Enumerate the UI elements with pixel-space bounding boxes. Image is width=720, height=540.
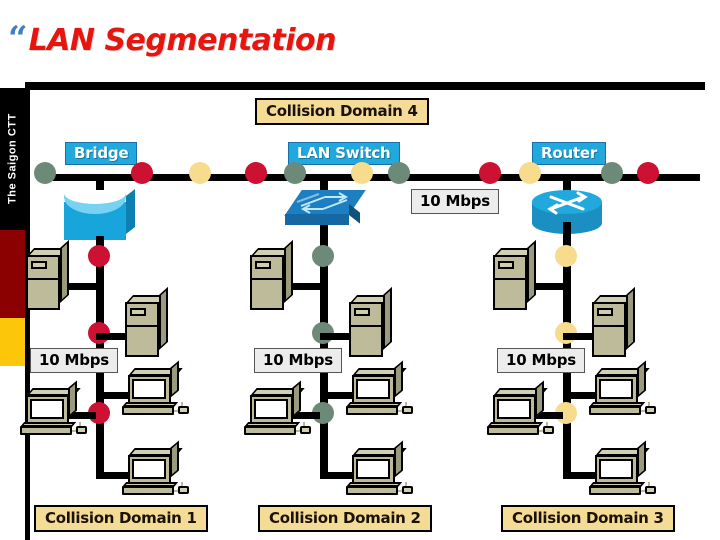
label-collision-domain-4: Collision Domain 4 <box>255 98 429 125</box>
label-collision-domain-1: Collision Domain 1 <box>34 505 208 532</box>
backbone-node-11 <box>637 162 659 184</box>
label-router: Router <box>532 142 607 165</box>
label-collision-domain-3: Collision Domain 3 <box>501 505 675 532</box>
domain-3-desktop-1 <box>589 360 656 420</box>
domain-2-tower-2 <box>349 286 393 357</box>
label-backbone-speed: 10 Mbps <box>411 189 500 214</box>
domain-1-desktop-3 <box>122 440 189 500</box>
label-domain-2-speed: 10 Mbps <box>254 348 343 373</box>
label-domain-1-speed: 10 Mbps <box>30 348 119 373</box>
page-title-text: LAN Segmentation <box>28 23 337 58</box>
backbone-node-6 <box>351 162 373 184</box>
slide-canvas: “ LAN Segmentation The Saigon CTT Collis… <box>0 0 720 540</box>
domain-2-desktop-2 <box>244 380 311 440</box>
sidebar-band-red <box>0 230 25 318</box>
domain-2-tower-1 <box>250 239 294 310</box>
backbone-node-1 <box>34 162 56 184</box>
label-collision-domain-2: Collision Domain 2 <box>258 505 432 532</box>
backbone-node-8 <box>479 162 501 184</box>
sidebar-band-gold <box>0 318 25 366</box>
domain-1-node-1 <box>88 245 110 267</box>
label-domain-3-speed: 10 Mbps <box>497 348 586 373</box>
backbone-node-4 <box>245 162 267 184</box>
domain-3-desktop-2 <box>487 380 554 440</box>
sidebar-brand-label: The Saigon CTT <box>6 113 19 205</box>
label-lan-switch: LAN Switch <box>288 142 400 165</box>
domain-2-desktop-1 <box>346 360 413 420</box>
diagram-frame-top <box>25 82 705 90</box>
domain-3-desktop-3 <box>589 440 656 500</box>
domain-1-desktop-1 <box>122 360 189 420</box>
bridge-device-icon <box>62 188 140 242</box>
domain-1-tower-1 <box>26 239 70 310</box>
domain-3-node-1 <box>555 245 577 267</box>
domain-2-desktop-3 <box>346 440 413 500</box>
backbone-node-5 <box>284 162 306 184</box>
domain-1-desktop-2 <box>20 380 87 440</box>
backbone-node-2 <box>131 162 153 184</box>
backbone-node-9 <box>519 162 541 184</box>
backbone-node-3 <box>189 162 211 184</box>
domain-1-tower-2 <box>125 286 169 357</box>
backbone-node-7 <box>388 162 410 184</box>
domain-3-tower-1 <box>493 239 537 310</box>
network-diagram: Collision Domain 4 Bridge LAN Switch Rou… <box>20 90 708 540</box>
domain-3-tower-2 <box>592 286 636 357</box>
quote-bullet-icon: “ <box>8 19 28 59</box>
domain-2-node-1 <box>312 245 334 267</box>
label-bridge: Bridge <box>65 142 138 165</box>
backbone-node-10 <box>601 162 623 184</box>
page-title: “ LAN Segmentation <box>8 22 708 70</box>
